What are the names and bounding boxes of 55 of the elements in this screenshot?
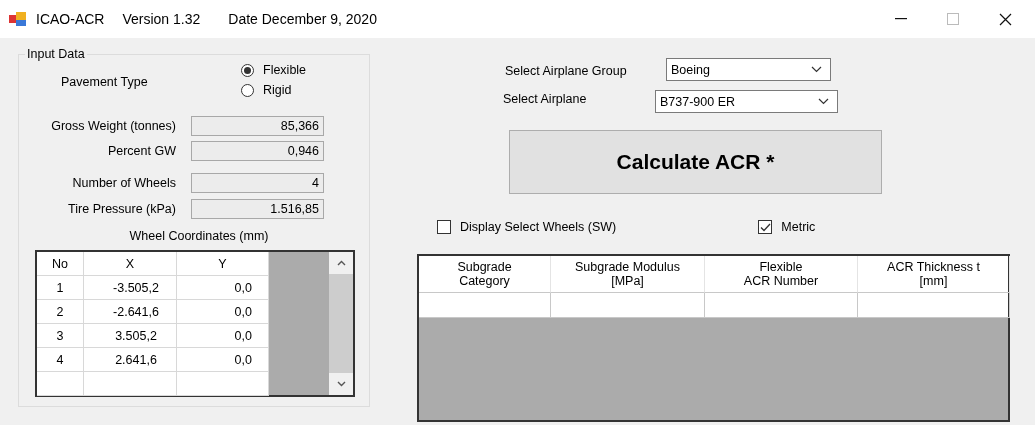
radio-label[interactable]: Flexible [263, 63, 307, 77]
table-cell: -3.505,2 [84, 276, 177, 300]
column-header: Y [177, 252, 269, 276]
version-label: Version 1.32 [122, 11, 201, 27]
column-header: Subgrade Category [419, 256, 551, 293]
chevron-down-icon[interactable] [811, 66, 822, 73]
column-header: Flexible ACR Number [705, 256, 858, 293]
close-icon[interactable] [998, 12, 1012, 26]
checkbox-label[interactable]: Display Select Wheels (SW) [460, 220, 617, 234]
table-cell: 0,0 [177, 348, 269, 372]
field-label: Number of Wheels [71, 176, 177, 190]
value-field[interactable]: 4 [191, 173, 324, 193]
checkbox[interactable] [437, 220, 451, 234]
field-label: Select Airplane [503, 92, 588, 106]
table-cell: 0,0 [177, 276, 269, 300]
window-title: ICAO-ACR [36, 11, 105, 27]
table-cell: 4 [37, 348, 84, 372]
airplane-group-dropdown[interactable]: Boeing [666, 58, 831, 81]
value-field[interactable]: 1.516,85 [191, 199, 324, 219]
table-cell: 3.505,2 [84, 324, 177, 348]
field-label: Gross Weight (tonnes) [50, 119, 177, 133]
table-cell: 0,0 [177, 300, 269, 324]
calculate-button[interactable]: Calculate ACR * [509, 130, 882, 194]
scroll-up-icon[interactable] [336, 260, 346, 266]
field-label: Percent GW [106, 144, 177, 158]
table-cell: 3 [37, 324, 84, 348]
minimize-icon[interactable] [895, 18, 907, 20]
airplane-dropdown[interactable]: B737-900 ER [655, 90, 838, 113]
field-label: Tire Pressure (kPa) [67, 202, 177, 216]
checkbox[interactable] [758, 220, 773, 234]
column-header: Subgrade Modulus [MPa] [551, 256, 705, 293]
column-header: ACR Thickness t [mm] [858, 256, 1010, 293]
table-cell: 1 [37, 276, 84, 300]
pavement-type-label: Pavement Type [61, 74, 149, 89]
column-header: No [37, 252, 84, 276]
radio-button[interactable] [241, 83, 254, 97]
field-label: Select Airplane Group [505, 63, 628, 78]
table-cell: 2.641,6 [84, 348, 177, 372]
radio-button[interactable] [241, 63, 254, 77]
table-cell: -2.641,6 [84, 300, 177, 324]
checkbox-label[interactable]: Metric [781, 220, 816, 234]
group-title: Input Data [26, 47, 86, 61]
value-field[interactable]: 0,946 [191, 141, 324, 161]
table-cell: 0,0 [177, 324, 269, 348]
table-cell: 2 [37, 300, 84, 324]
column-header: X [84, 252, 177, 276]
radio-label[interactable]: Rigid [263, 83, 292, 97]
app-icon [9, 12, 26, 26]
chevron-down-icon[interactable] [818, 98, 829, 105]
value-field[interactable]: 85,366 [191, 116, 324, 136]
scrollbar[interactable] [329, 252, 353, 395]
table-cell [37, 372, 84, 396]
date-label: Date December 9, 2020 [228, 11, 377, 27]
scroll-down-icon[interactable] [336, 381, 346, 387]
table-title: Wheel Coordinates (mm) [128, 229, 270, 243]
